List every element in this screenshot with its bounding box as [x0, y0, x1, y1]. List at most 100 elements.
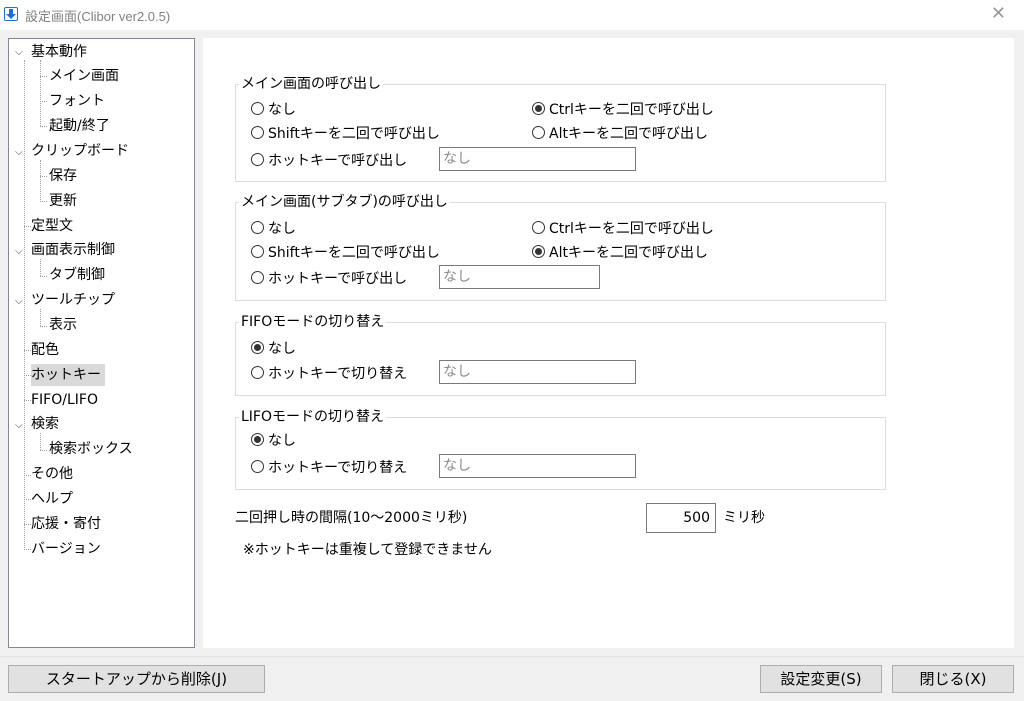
tree-item-update[interactable]: 更新	[49, 190, 77, 212]
tree-item-font[interactable]: フォント	[49, 90, 105, 112]
sub-call-shift-radio[interactable]: Shiftキーを二回で呼び出し	[251, 243, 440, 263]
radio-button[interactable]	[251, 460, 264, 473]
tree-connector	[40, 176, 47, 177]
tree-item-show[interactable]: 表示	[49, 314, 77, 336]
tree-item-colors[interactable]: 配色	[31, 339, 59, 361]
radio-button[interactable]	[251, 245, 264, 258]
fifo-toggle-group: FIFOモードの切り替え なし ホットキーで切り替え なし	[235, 312, 886, 396]
tree-item-support[interactable]: 応援・寄付	[31, 513, 101, 535]
tree-connector	[24, 350, 31, 351]
main-call-none-radio[interactable]: なし	[251, 100, 296, 120]
radio-button-selected[interactable]	[532, 102, 545, 115]
group-title: LIFOモードの切り替え	[239, 407, 387, 427]
tree-item-other[interactable]: その他	[31, 463, 73, 485]
tree-connector	[40, 450, 47, 451]
sub-call-alt-radio[interactable]: Altキーを二回で呼び出し	[532, 243, 708, 263]
sub-call-ctrl-radio[interactable]: Ctrlキーを二回で呼び出し	[532, 219, 714, 239]
chevron-down-icon[interactable]: ⌵	[15, 42, 23, 64]
radio-button-selected[interactable]	[251, 341, 264, 354]
lifo-hotkey-input[interactable]: なし	[439, 454, 636, 478]
tree-connector	[24, 549, 31, 550]
tree-item-clipboard[interactable]: クリップボード	[31, 140, 129, 162]
tree-guide-line	[24, 60, 25, 550]
main-call-shift-radio[interactable]: Shiftキーを二回で呼び出し	[251, 124, 440, 144]
duplicate-note: ※ホットキーは重複して登録できません	[243, 542, 492, 558]
tree-item-fifo-lifo[interactable]: FIFO/LIFO	[31, 389, 98, 411]
tree-connector	[24, 226, 31, 227]
tree-connector	[40, 276, 47, 277]
subtab-call-group: メイン画面(サブタブ)の呼び出し なし Ctrlキーを二回で呼び出し Shift…	[235, 192, 886, 301]
tree-connector	[24, 375, 31, 376]
tree-item-templates[interactable]: 定型文	[31, 215, 73, 237]
tree-connector	[40, 201, 47, 202]
settings-tree: ⌵ ⌵ ⌵ ⌵ ⌵ 基本動作 メイン画面 フォント 起動/終了 クリップボード …	[8, 38, 195, 648]
tree-connector	[24, 499, 31, 500]
interval-label: 二回押し時の間隔(10～2000ミリ秒)	[235, 510, 468, 526]
tree-item-hotkey[interactable]: ホットキー	[31, 364, 105, 386]
interval-unit: ミリ秒	[723, 510, 765, 526]
radio-button[interactable]	[251, 153, 264, 166]
lifo-none-radio[interactable]: なし	[251, 431, 296, 451]
chevron-down-icon[interactable]: ⌵	[15, 241, 23, 263]
tree-connector	[40, 126, 47, 127]
radio-button[interactable]	[251, 126, 264, 139]
hotkey-settings-panel: メイン画面の呼び出し なし Ctrlキーを二回で呼び出し Shiftキーを二回で…	[203, 38, 1014, 648]
fifo-none-radio[interactable]: なし	[251, 339, 296, 359]
tree-item-search-box[interactable]: 検索ボックス	[49, 438, 133, 460]
main-call-alt-radio[interactable]: Altキーを二回で呼び出し	[532, 124, 708, 144]
group-title: メイン画面(サブタブ)の呼び出し	[239, 192, 450, 212]
radio-button[interactable]	[251, 221, 264, 234]
window-title: 設定画面(Clibor ver2.0.5)	[25, 9, 171, 24]
main-call-hotkey-input[interactable]: なし	[439, 147, 636, 171]
tree-item-display-control[interactable]: 画面表示制御	[31, 239, 115, 261]
fifo-hotkey-radio[interactable]: ホットキーで切り替え	[251, 364, 407, 384]
fifo-hotkey-input[interactable]: なし	[439, 360, 636, 384]
remove-from-startup-button[interactable]: スタートアップから削除(J)	[8, 665, 265, 693]
tree-connector	[24, 475, 31, 476]
close-button[interactable]: 閉じる(X)	[892, 665, 1014, 693]
tree-guide-line	[40, 259, 41, 276]
tree-guide-line	[40, 60, 41, 126]
radio-button[interactable]	[251, 102, 264, 115]
title-bar: 設定画面(Clibor ver2.0.5) ✕	[0, 0, 1024, 30]
tree-connector	[40, 76, 47, 77]
tree-connector	[24, 400, 31, 401]
tree-item-main-screen[interactable]: メイン画面	[49, 65, 119, 87]
chevron-down-icon[interactable]: ⌵	[15, 415, 23, 437]
lifo-toggle-group: LIFOモードの切り替え なし ホットキーで切り替え なし	[235, 407, 886, 490]
sub-call-hotkey-radio[interactable]: ホットキーで呼び出し	[251, 269, 407, 289]
close-icon[interactable]: ✕	[991, 3, 1006, 25]
main-call-ctrl-radio[interactable]: Ctrlキーを二回で呼び出し	[532, 100, 714, 120]
tree-item-tooltip[interactable]: ツールチップ	[31, 289, 115, 311]
tree-connector	[40, 326, 47, 327]
main-call-hotkey-radio[interactable]: ホットキーで呼び出し	[251, 151, 407, 171]
tree-item-version[interactable]: バージョン	[31, 538, 101, 560]
radio-button[interactable]	[532, 221, 545, 234]
app-download-icon	[4, 7, 18, 21]
radio-button[interactable]	[251, 366, 264, 379]
tree-item-help[interactable]: ヘルプ	[31, 488, 73, 510]
chevron-down-icon[interactable]: ⌵	[15, 291, 23, 313]
tree-item-search[interactable]: 検索	[31, 413, 59, 435]
chevron-down-icon[interactable]: ⌵	[15, 142, 23, 164]
radio-button[interactable]	[251, 271, 264, 284]
tree-connector	[24, 524, 31, 525]
radio-button[interactable]	[532, 126, 545, 139]
tree-item-startup-exit[interactable]: 起動/終了	[49, 115, 110, 137]
tree-item-save[interactable]: 保存	[49, 165, 77, 187]
apply-settings-button[interactable]: 設定変更(S)	[760, 665, 882, 693]
group-title: メイン画面の呼び出し	[239, 74, 383, 94]
lifo-hotkey-radio[interactable]: ホットキーで切り替え	[251, 458, 407, 478]
sub-call-hotkey-input[interactable]: なし	[439, 265, 600, 289]
tree-item-tab-control[interactable]: タブ制御	[49, 264, 105, 286]
group-title: FIFOモードの切り替え	[239, 312, 387, 332]
tree-connector	[40, 101, 47, 102]
tree-guide-line	[40, 433, 41, 450]
tree-item-basic[interactable]: 基本動作	[31, 41, 87, 63]
radio-button-selected[interactable]	[251, 433, 264, 446]
interval-input[interactable]: 500	[646, 503, 716, 533]
tree-guide-line	[40, 309, 41, 326]
radio-button-selected[interactable]	[532, 245, 545, 258]
sub-call-none-radio[interactable]: なし	[251, 219, 296, 239]
tree-guide-line	[40, 160, 41, 202]
